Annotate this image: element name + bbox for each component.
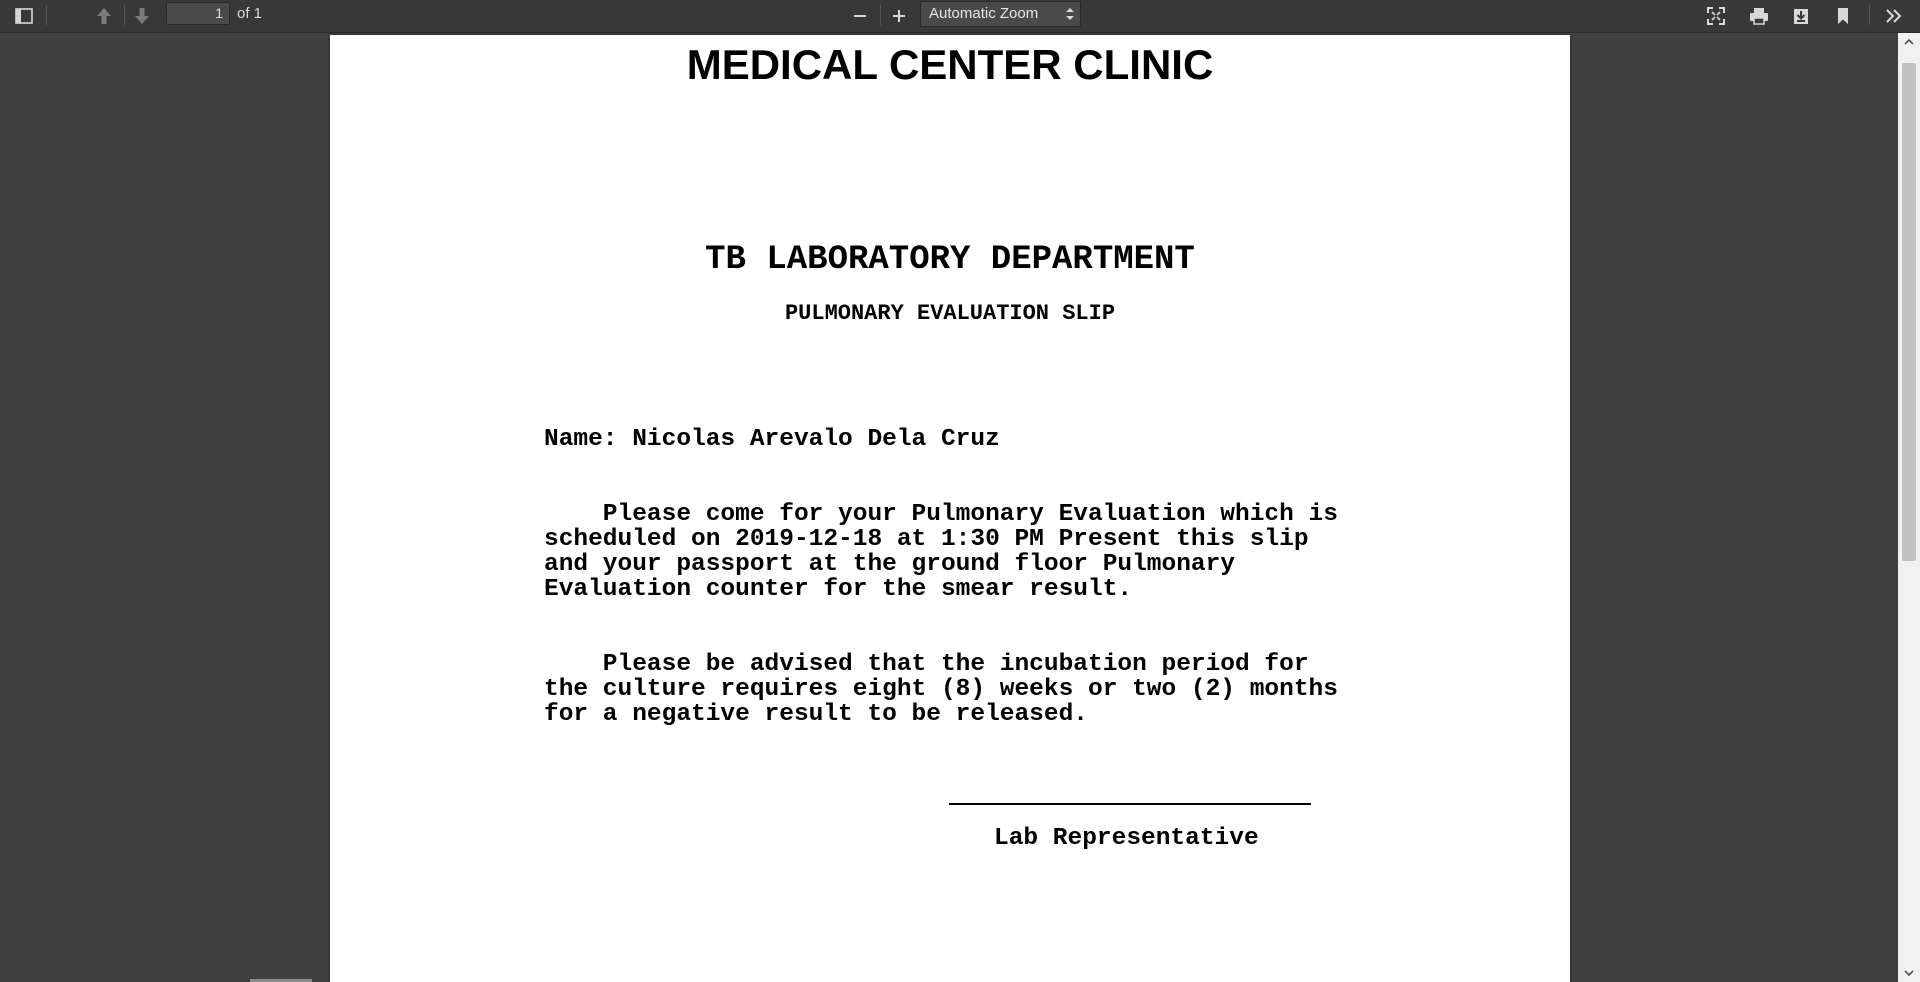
paragraph-line: Please be advised that the incubation pe… [544, 651, 1309, 678]
select-arrows-icon [1066, 8, 1074, 20]
zoom-select[interactable]: Automatic Zoom [920, 1, 1081, 27]
toolbar-separator [1869, 5, 1870, 25]
bookmark-icon[interactable] [1827, 2, 1859, 30]
slip-title: PULMONARY EVALUATION SLIP [784, 301, 1116, 326]
download-icon[interactable] [1785, 2, 1817, 30]
page-count-label: of 1 [237, 5, 263, 22]
toolbar-separator [880, 5, 881, 25]
signature-label: Lab Representative [994, 825, 1259, 852]
zoom-select-value: Automatic Zoom [929, 5, 1039, 22]
paragraph-line: for a negative result to be released. [544, 701, 1088, 728]
page-number-input[interactable]: 1 [166, 2, 230, 25]
scroll-down-arrow-icon[interactable] [1898, 964, 1920, 982]
paragraph-line: and your passport at the ground floor Pu… [544, 551, 1236, 578]
pdf-page: MEDICAL CENTER CLINIC TB LABORATORY DEPA… [330, 35, 1570, 982]
pdf-toolbar: 1 of 1 Automatic Zoom [0, 0, 1920, 33]
scroll-up-arrow-icon[interactable] [1898, 33, 1920, 51]
zoom-out-icon[interactable] [844, 2, 876, 30]
previous-page-icon[interactable] [88, 2, 120, 30]
department-heading: TB LABORATORY DEPARTMENT [705, 241, 1195, 279]
paragraph-line: Please come for your Pulmonary Evaluatio… [544, 501, 1338, 528]
print-icon[interactable] [1743, 2, 1775, 30]
next-page-icon[interactable] [126, 2, 158, 30]
clinic-title: MEDICAL CENTER CLINIC [686, 41, 1214, 88]
toolbar-separator [124, 5, 125, 25]
paragraph-line: scheduled on 2019-12-18 at 1:30 PM Prese… [544, 526, 1309, 553]
zoom-in-icon[interactable] [883, 2, 915, 30]
presentation-mode-icon[interactable] [1700, 2, 1732, 30]
paragraph-line: the culture requires eight (8) weeks or … [544, 676, 1338, 703]
scrollbar-thumb[interactable] [1902, 63, 1916, 561]
sidebar-toggle-icon[interactable] [8, 2, 40, 30]
vertical-scrollbar[interactable] [1898, 33, 1920, 982]
document-viewer[interactable]: MEDICAL CENTER CLINIC TB LABORATORY DEPA… [0, 33, 1898, 982]
paragraph-line: Evaluation counter for the smear result. [544, 576, 1133, 603]
toolbar-separator [46, 5, 47, 25]
patient-name: Name: Nicolas Arevalo Dela Cruz [544, 426, 1000, 453]
signature-line [949, 803, 1311, 805]
tools-icon[interactable] [1878, 2, 1910, 30]
